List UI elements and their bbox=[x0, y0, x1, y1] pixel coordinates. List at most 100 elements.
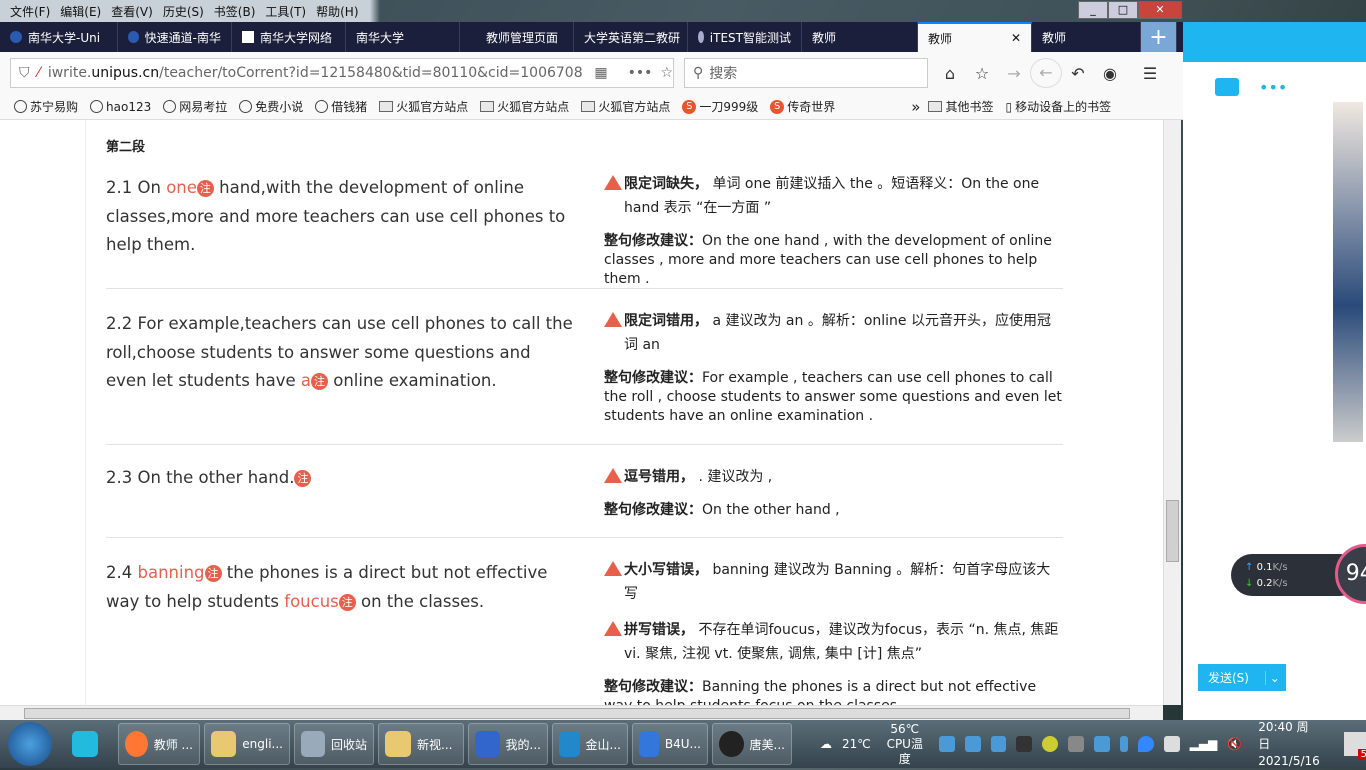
tab-active[interactable]: 教师 ✕ bbox=[918, 22, 1032, 52]
send-label: 发送(S) bbox=[1208, 671, 1249, 685]
sentence-row: 2.4 banning 注 the phones is a direct but … bbox=[106, 538, 1063, 705]
vertical-scrollbar[interactable] bbox=[1163, 120, 1181, 705]
bookmark[interactable]: 借钱猪 bbox=[315, 98, 367, 115]
undo-icon[interactable]: ↶ bbox=[1062, 64, 1094, 83]
taskbar-item[interactable]: 唐美... bbox=[712, 723, 792, 765]
back-icon[interactable]: ← bbox=[1030, 58, 1062, 88]
home-icon[interactable]: ⌂ bbox=[934, 64, 966, 83]
tab[interactable]: iTEST智能测试 bbox=[688, 22, 802, 52]
video-app-icon[interactable] bbox=[72, 731, 98, 757]
bookmark-star-icon[interactable]: ☆ bbox=[660, 65, 673, 81]
tray-app-icon[interactable] bbox=[990, 736, 1007, 752]
forward-icon[interactable]: → bbox=[998, 64, 1030, 83]
bookmark[interactable]: 网易考拉 bbox=[163, 98, 227, 115]
error-word[interactable]: foucus bbox=[284, 592, 339, 611]
annotation-marker[interactable]: 注 bbox=[338, 593, 356, 611]
search-placeholder: 搜索 bbox=[709, 66, 738, 82]
bookmark[interactable]: 免费小说 bbox=[239, 98, 303, 115]
chevron-down-icon[interactable]: ⌄ bbox=[1264, 670, 1280, 685]
qq-header bbox=[1183, 22, 1366, 62]
error-word[interactable]: one bbox=[166, 178, 197, 197]
url-bar[interactable]: ⛉ ⁄ iwrite.unipus.cn/teacher/toCorrent?i… bbox=[10, 58, 674, 88]
qr-code-icon[interactable]: ▦ bbox=[594, 65, 607, 81]
window-controls: _ □ ✕ bbox=[1078, 1, 1182, 19]
close-tab-icon[interactable]: ✕ bbox=[1011, 31, 1021, 45]
qq-tray-icon[interactable] bbox=[1016, 736, 1033, 752]
annotation-marker[interactable]: 注 bbox=[196, 180, 214, 197]
avatar-figure bbox=[1333, 102, 1363, 442]
cpu-temp-widget[interactable]: 56℃ CPU温度 bbox=[881, 722, 929, 767]
overflow-chevron-icon[interactable]: » bbox=[911, 98, 920, 116]
close-window-button[interactable]: ✕ bbox=[1138, 1, 1182, 19]
taskbar-item[interactable]: 我的... bbox=[468, 723, 548, 765]
sentence-row: 2.1 On one 注 hand,with the development of… bbox=[106, 170, 1063, 289]
send-button[interactable]: 发送(S) ⌄ bbox=[1198, 664, 1286, 691]
taskbar-item[interactable]: engli... bbox=[204, 723, 290, 765]
annotation-marker[interactable]: 注 bbox=[294, 470, 312, 487]
menu-view[interactable]: 查看(V) bbox=[111, 3, 153, 20]
bookmark[interactable]: S 传奇世界 bbox=[770, 98, 835, 115]
horizontal-scrollbar[interactable] bbox=[0, 705, 1163, 720]
bookmark-folder[interactable]: 火狐官方站点 bbox=[480, 98, 569, 115]
tab[interactable]: 教师 bbox=[802, 22, 918, 52]
video-call-icon[interactable] bbox=[1215, 78, 1239, 96]
menu-file[interactable]: 文件(F) bbox=[10, 3, 50, 20]
scroll-thumb[interactable] bbox=[1166, 500, 1179, 562]
mobile-bookmarks[interactable]: ▯ 移动设备上的书签 bbox=[1005, 98, 1111, 115]
menu-history[interactable]: 历史(S) bbox=[163, 3, 204, 20]
issue: 限定词缺失， 单词 one 前建议插入 the 。短语释义：On the one… bbox=[604, 172, 1064, 220]
annotation-marker[interactable]: 注 bbox=[311, 373, 328, 390]
error-word[interactable]: banning bbox=[138, 563, 205, 582]
shield-icon[interactable] bbox=[1137, 736, 1154, 752]
tray-app-icon[interactable] bbox=[1042, 736, 1059, 752]
security-icon[interactable] bbox=[1068, 736, 1085, 752]
clock[interactable]: 20:40 周日 2021/5/16 bbox=[1258, 719, 1320, 770]
menu-help[interactable]: 帮助(H) bbox=[316, 3, 358, 20]
menu-tools[interactable]: 工具(T) bbox=[265, 3, 306, 20]
usb-icon[interactable] bbox=[938, 736, 955, 752]
tab[interactable]: 南华大学-Uni bbox=[0, 22, 118, 52]
more-icon[interactable]: ••• bbox=[628, 65, 653, 81]
tray-app-icon[interactable] bbox=[964, 736, 981, 752]
start-button[interactable] bbox=[8, 722, 52, 766]
bookmark-folder[interactable]: 火狐官方站点 bbox=[379, 98, 468, 115]
annotation-marker[interactable]: 注 bbox=[204, 565, 222, 582]
power-icon[interactable] bbox=[1163, 736, 1180, 752]
volume-muted-icon[interactable]: 🔇 bbox=[1227, 737, 1242, 751]
maximize-button[interactable]: □ bbox=[1108, 1, 1138, 19]
minimize-button[interactable]: _ bbox=[1078, 1, 1108, 19]
taskbar-item[interactable]: B4U... bbox=[632, 723, 708, 765]
tab[interactable]: 南华大学网络 bbox=[232, 22, 346, 52]
bookmark-folder[interactable]: 火狐官方站点 bbox=[581, 98, 670, 115]
bookmark-label: hao123 bbox=[106, 99, 152, 114]
usb-device-icon[interactable] bbox=[1119, 736, 1128, 752]
bookmark-manager-icon[interactable]: ☆ bbox=[966, 64, 998, 83]
notification-icon[interactable]: 5 bbox=[1344, 732, 1366, 760]
tab[interactable]: 快速通道-南华 bbox=[118, 22, 232, 52]
menu-bookmarks[interactable]: 书签(B) bbox=[214, 3, 256, 20]
search-icon: ⚲ bbox=[693, 65, 704, 81]
kingsoft-tray-icon[interactable] bbox=[1094, 736, 1110, 752]
menu-edit[interactable]: 编辑(E) bbox=[60, 3, 101, 20]
new-tab-button[interactable]: + bbox=[1141, 22, 1177, 52]
taskbar-item[interactable]: 金山... bbox=[552, 723, 628, 765]
more-icon[interactable]: ••• bbox=[1259, 78, 1287, 97]
taskbar-item[interactable]: 教师 ... bbox=[118, 723, 200, 765]
tab[interactable]: 南华大学 bbox=[346, 22, 460, 52]
bookmark[interactable]: S 一刀999级 bbox=[682, 98, 758, 115]
hamburger-menu-icon[interactable]: ☰ bbox=[1134, 64, 1166, 83]
taskbar-item[interactable]: 回收站 bbox=[294, 723, 374, 765]
other-bookmarks[interactable]: 其他书签 bbox=[928, 98, 993, 115]
tab[interactable]: 教师管理页面 bbox=[460, 22, 574, 52]
bookmark[interactable]: hao123 bbox=[90, 100, 151, 114]
signal-icon[interactable]: ▂▄▆ bbox=[1190, 737, 1218, 751]
bookmark[interactable]: 苏宁易购 bbox=[14, 98, 78, 115]
error-word[interactable]: a bbox=[301, 371, 311, 390]
taskbar-item[interactable]: 新视... bbox=[378, 723, 464, 765]
tab[interactable]: 大学英语第二教研 bbox=[574, 22, 688, 52]
tab[interactable]: 教师 bbox=[1032, 22, 1141, 52]
search-input[interactable]: ⚲ 搜索 bbox=[684, 58, 928, 88]
scroll-thumb[interactable] bbox=[24, 708, 1130, 719]
issue: 逗号错用， . 建议改为 , bbox=[604, 465, 1064, 489]
account-icon[interactable]: ◉ bbox=[1094, 64, 1126, 83]
